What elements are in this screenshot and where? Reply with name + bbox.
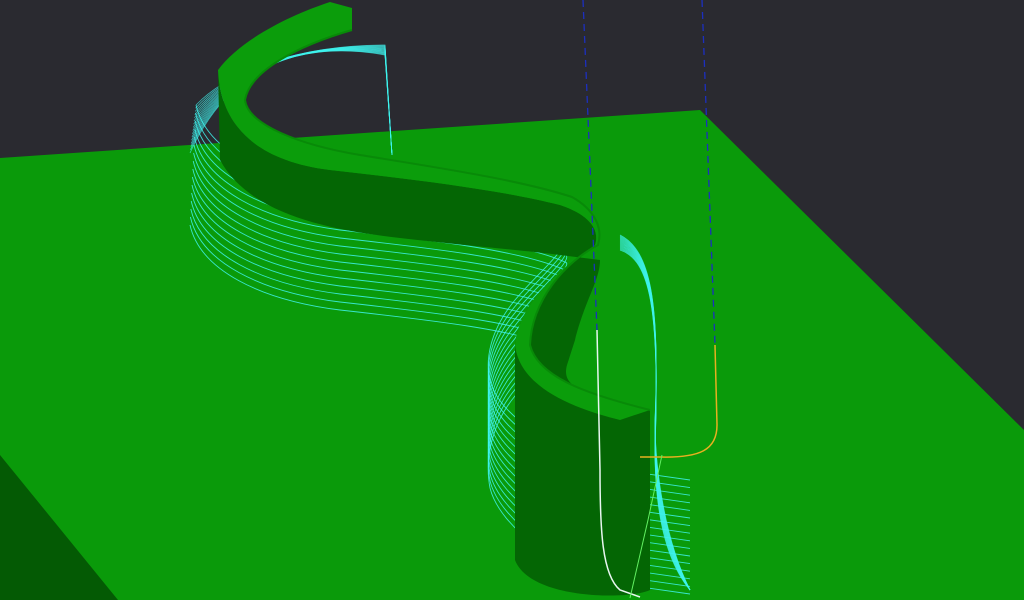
- cam-3d-viewport[interactable]: [0, 0, 1024, 600]
